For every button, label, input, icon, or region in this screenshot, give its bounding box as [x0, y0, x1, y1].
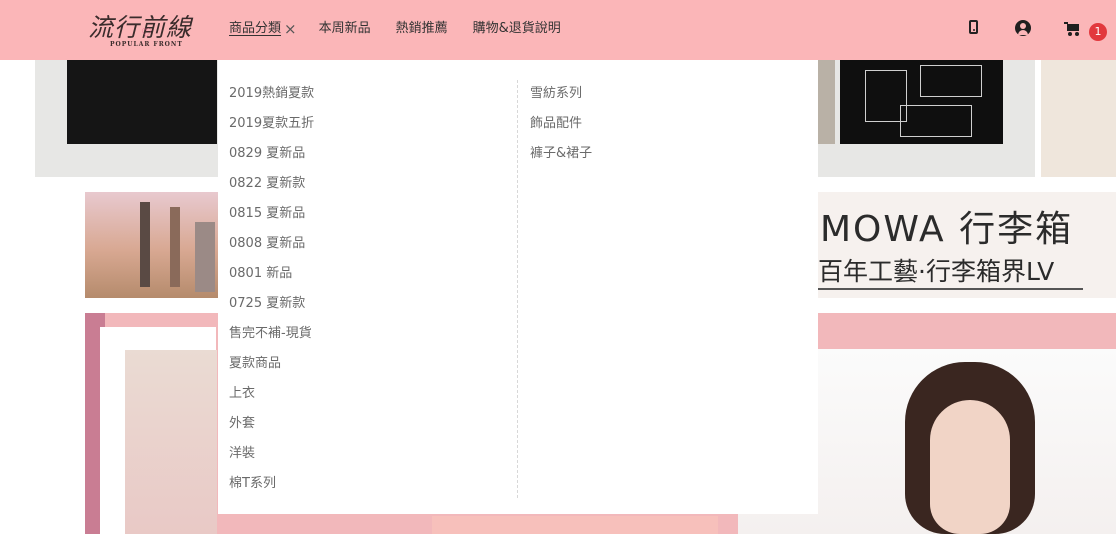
product-photo-patterned-dress[interactable]: [840, 60, 1003, 144]
pattern-line: [920, 65, 982, 97]
banner-subtitle: 百年工藝·行李箱界LV: [818, 257, 1055, 286]
user-icon-body: [1018, 30, 1028, 35]
category-item[interactable]: 0808 夏新品: [229, 230, 314, 260]
nav-item-new-this-week[interactable]: 本周新品: [319, 20, 371, 38]
site-logo[interactable]: 流行前線 ♡ POPULAR FRONT: [84, 8, 194, 52]
category-item[interactable]: 褲子&裙子: [530, 140, 592, 170]
site-header: 流行前線 ♡ POPULAR FRONT 商品分類 × 本周新品 熱銷推薦 購物…: [0, 0, 1116, 60]
product-photo-black-skirt[interactable]: [67, 60, 217, 144]
banner-figure: [170, 207, 180, 287]
promo-photo-left: [125, 350, 217, 534]
category-item[interactable]: 洋裝: [229, 440, 314, 470]
nav-item-best-sellers[interactable]: 熱銷推薦: [396, 20, 448, 38]
mobile-icon-dot: [973, 29, 975, 31]
product-photo-edge: [817, 60, 835, 144]
category-item[interactable]: 2019熱銷夏款: [229, 80, 314, 110]
mobile-icon[interactable]: [969, 20, 978, 34]
cart-icon[interactable]: [1064, 22, 1080, 36]
logo-title: 流行前線: [88, 13, 193, 42]
nav-item-shopping-returns[interactable]: 購物&退貨說明: [473, 20, 561, 38]
category-item[interactable]: 0801 新品: [229, 260, 314, 290]
column-divider: [517, 80, 518, 498]
cart-icon-wheel: [1075, 32, 1079, 36]
category-dropdown: 2019熱銷夏款 2019夏款五折 0829 夏新品 0822 夏新款 0815…: [218, 60, 818, 514]
nav-item-categories[interactable]: 商品分類: [229, 20, 281, 38]
category-item[interactable]: 0815 夏新品: [229, 200, 314, 230]
category-item[interactable]: 棉T系列: [229, 470, 314, 500]
banner-title: MOWA 行李箱: [820, 209, 1074, 250]
product-photo-lace-top[interactable]: [1041, 60, 1116, 177]
cart-icon-basket: [1067, 24, 1079, 31]
category-item[interactable]: 2019夏款五折: [229, 110, 314, 140]
model-face: [930, 400, 1010, 534]
category-item[interactable]: 0829 夏新品: [229, 140, 314, 170]
main-nav: 商品分類 × 本周新品 熱銷推薦 購物&退貨說明: [229, 20, 586, 38]
category-item[interactable]: 飾品配件: [530, 110, 592, 140]
category-column-right: 雪紡系列 飾品配件 褲子&裙子: [530, 80, 592, 170]
banner-photo: [85, 192, 235, 298]
category-item[interactable]: 0822 夏新款: [229, 170, 314, 200]
category-item[interactable]: 0725 夏新款: [229, 290, 314, 320]
user-icon[interactable]: [1015, 20, 1031, 36]
user-icon-head: [1020, 23, 1026, 29]
category-item[interactable]: 上衣: [229, 380, 314, 410]
banner-underline: [818, 288, 1083, 290]
promo-center-panel: [432, 516, 718, 534]
category-column-left: 2019熱銷夏款 2019夏款五折 0829 夏新品 0822 夏新款 0815…: [229, 80, 314, 500]
banner-figure: [140, 202, 150, 287]
category-item[interactable]: 外套: [229, 410, 314, 440]
banner-suitcase: [195, 222, 215, 292]
close-icon[interactable]: ×: [284, 20, 297, 38]
cart-count-badge[interactable]: 1: [1089, 23, 1107, 41]
pattern-line: [900, 105, 972, 137]
category-item[interactable]: 雪紡系列: [530, 80, 592, 110]
cart-icon-wheel: [1068, 32, 1072, 36]
heart-icon: ♡: [141, 26, 152, 40]
category-item[interactable]: 夏款商品: [229, 350, 314, 380]
logo-subtitle: POPULAR FRONT: [110, 41, 183, 48]
category-item[interactable]: 售完不補-現貨: [229, 320, 314, 350]
